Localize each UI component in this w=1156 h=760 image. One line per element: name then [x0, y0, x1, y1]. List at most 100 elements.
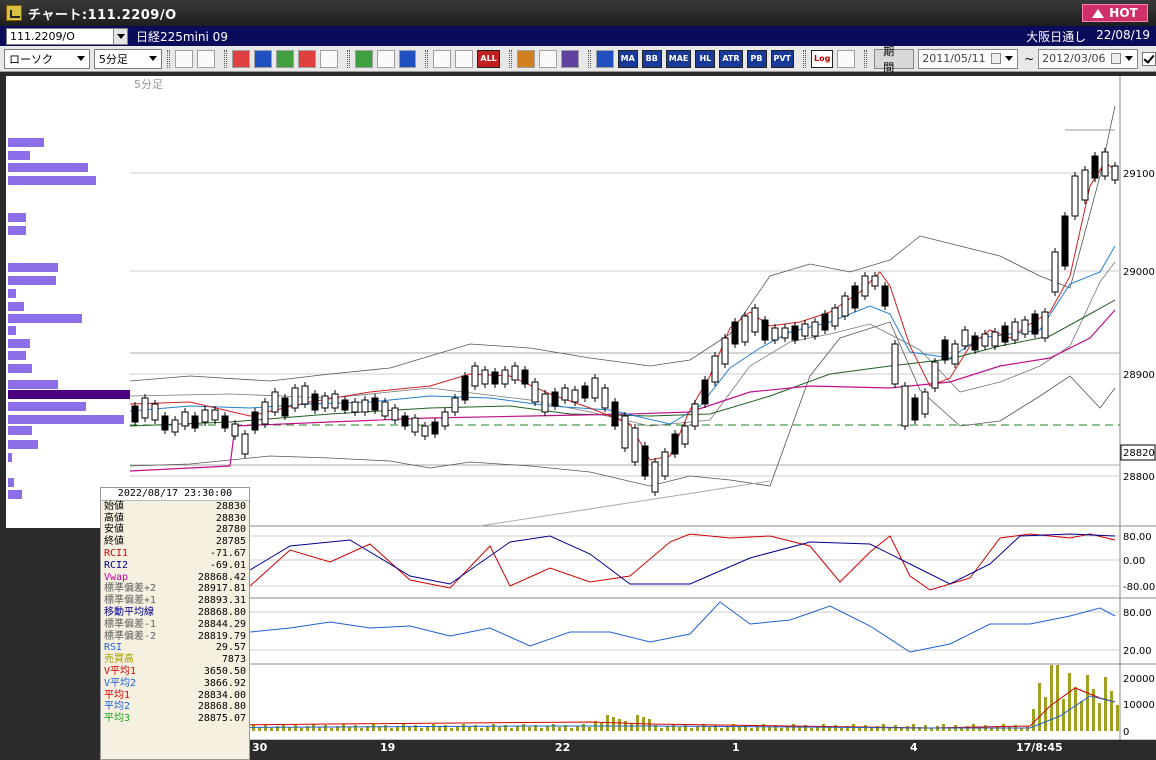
color-palette-icon[interactable] — [560, 49, 579, 68]
volume-bar — [840, 728, 843, 731]
candle-body — [791, 325, 799, 341]
volume-bar — [1116, 705, 1119, 731]
candle-body — [411, 417, 419, 433]
chart-toolbar: ローソク 5分足 ALL MA BB MAE HL ATR PB PVT Log… — [0, 45, 1156, 74]
data-timestamp: 2022/08/17 23:30:00 — [101, 488, 249, 501]
volume-bar — [798, 727, 801, 731]
candle-body — [951, 343, 959, 365]
volume-bar — [600, 723, 603, 731]
split-icon[interactable] — [196, 49, 215, 68]
all-button[interactable]: ALL — [477, 49, 500, 68]
volume-bar — [768, 727, 771, 731]
hot-button[interactable]: HOT — [1082, 4, 1148, 22]
candle-body — [421, 425, 429, 437]
shift-left-icon[interactable] — [433, 49, 452, 68]
interval-select[interactable]: 5分足 — [93, 48, 162, 69]
bb-button[interactable]: BB — [641, 49, 662, 68]
volume-bar — [588, 727, 591, 731]
data-row: 標準偏差-1 28844.29 — [101, 619, 249, 631]
volume-bar — [714, 725, 717, 731]
candle-body — [501, 369, 509, 385]
chevron-down-icon[interactable] — [1003, 52, 1015, 66]
candle-body — [1091, 155, 1099, 179]
data-row-label: 標準偏差-2 — [104, 630, 157, 642]
candle-body — [391, 407, 399, 421]
chevron-down-icon[interactable] — [73, 50, 88, 67]
calendar-icon[interactable] — [991, 52, 1002, 64]
candle-body — [281, 397, 289, 417]
volume-bar — [1074, 687, 1077, 731]
candle-body — [571, 389, 579, 403]
volume-profile-bar — [8, 339, 30, 348]
pb-button[interactable]: PB — [746, 49, 767, 68]
volume-profile-bar — [8, 326, 16, 335]
rsi-tick-label: 20.00 — [1123, 646, 1152, 657]
candle-body — [401, 415, 409, 427]
chevron-down-icon[interactable] — [1123, 52, 1135, 66]
data-row-label: V平均1 — [104, 665, 137, 677]
data-row: 標準偏差-2 28819.79 — [101, 631, 249, 643]
volume-bar — [414, 725, 417, 731]
candle-body — [611, 401, 619, 427]
data-row-value: 28875.07 — [197, 713, 246, 725]
period-button[interactable]: 期間 — [874, 45, 915, 74]
candle-body — [961, 329, 969, 347]
pencil-icon[interactable] — [354, 49, 373, 68]
ma-button[interactable]: MA — [617, 49, 638, 68]
volume-bar — [744, 725, 747, 731]
volume-bar — [510, 728, 513, 731]
toolbar-separator — [803, 49, 806, 68]
rsi-panel — [130, 598, 1120, 664]
mae-button[interactable]: MAE — [665, 49, 692, 68]
symbol-select[interactable]: 111.2209/O — [6, 27, 128, 45]
candle-tool-icon[interactable] — [231, 49, 250, 68]
volume-bar — [558, 727, 561, 731]
chart-area[interactable]: 5分足 29100 29000 28900 28800 28820 80.00 0.00 -80… — [130, 76, 1156, 760]
volume-bar — [810, 728, 813, 731]
candle-body — [1081, 169, 1089, 201]
data-row: 標準偏差+2 28917.81 — [101, 583, 249, 595]
candle-body — [1001, 325, 1009, 343]
alert-icon[interactable] — [319, 49, 338, 68]
cursor-icon[interactable] — [376, 49, 395, 68]
volume-profile-bar — [8, 426, 32, 435]
price-chart-svg[interactable]: 5分足 29100 29000 28900 28800 28820 80.00 0.00 -80… — [130, 76, 1156, 760]
chart-view-icon[interactable] — [275, 49, 294, 68]
data-row-value: 28868.42 — [197, 571, 246, 583]
candle-body — [811, 321, 819, 337]
shift-right-icon[interactable] — [455, 49, 474, 68]
chevron-down-icon[interactable] — [113, 28, 127, 44]
candle-body — [341, 399, 349, 411]
date-from-input[interactable]: 2011/05/11 — [918, 48, 1019, 69]
candle-body — [691, 403, 699, 427]
undo-icon[interactable] — [398, 49, 417, 68]
chevron-down-icon[interactable] — [145, 50, 160, 67]
date-to-input[interactable]: 2012/03/06 — [1038, 48, 1138, 69]
log-button[interactable]: Log — [811, 49, 834, 68]
search-chart-icon[interactable] — [253, 49, 272, 68]
period-checkbox[interactable] — [1141, 51, 1156, 66]
volume-tick-label: 10000 — [1123, 700, 1155, 711]
volume-bar — [660, 728, 663, 731]
candle-body — [721, 337, 729, 365]
compare-icon[interactable] — [297, 49, 316, 68]
window-icon[interactable] — [837, 49, 856, 68]
settings-icon[interactable] — [516, 49, 535, 68]
wrench-icon[interactable] — [538, 49, 557, 68]
calendar-icon[interactable] — [1110, 52, 1121, 64]
window-titlebar: チャート:111.2209/O HOT — [0, 0, 1156, 26]
atr-button[interactable]: ATR — [719, 49, 743, 68]
pvt-button[interactable]: PVT — [770, 49, 794, 68]
zoom-icon[interactable] — [174, 49, 193, 68]
chart-type-select[interactable]: ローソク — [4, 48, 90, 69]
candle-body — [471, 365, 479, 387]
hl-button[interactable]: HL — [695, 49, 716, 68]
candle-body — [631, 427, 639, 463]
candle-body — [891, 343, 899, 385]
grid-icon[interactable] — [595, 49, 614, 68]
data-row-label: 平均1 — [104, 689, 131, 701]
candle-body — [1051, 251, 1059, 293]
volume-bar — [402, 724, 405, 731]
candle-body — [851, 285, 859, 309]
candle-body — [541, 393, 549, 413]
